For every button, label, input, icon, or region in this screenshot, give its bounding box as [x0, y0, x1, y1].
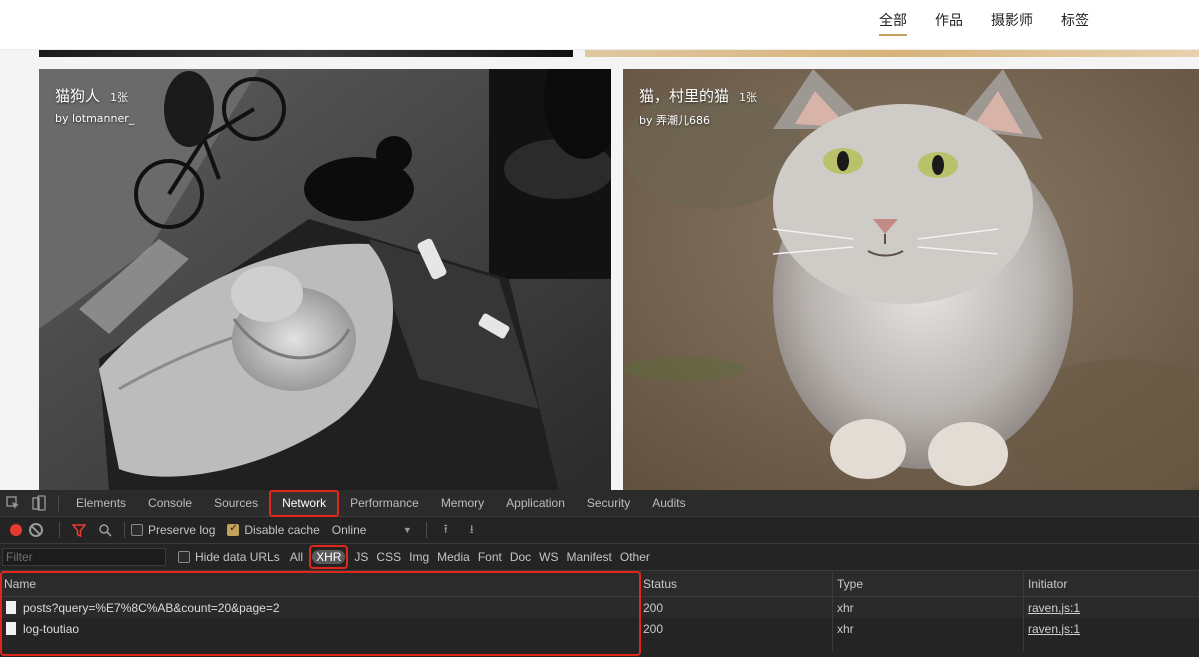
disable-cache-label: Disable cache — [244, 523, 320, 537]
album-author[interactable]: by 弄潮儿686 — [639, 112, 710, 128]
type-filter-other[interactable]: Other — [616, 548, 654, 566]
nav-all[interactable]: 全部 — [879, 10, 907, 36]
type-filter-doc[interactable]: Doc — [506, 548, 535, 566]
xhr-highlight: XHR — [309, 545, 349, 569]
column-header-initiator[interactable]: Initiator — [1023, 571, 1199, 596]
request-status: 200 — [640, 597, 832, 618]
previous-row-image-left[interactable] — [39, 50, 573, 57]
request-table: Name Status Type Initiator posts?query=%… — [0, 571, 1199, 651]
album-card-left[interactable]: 猫狗人 1张 by lotmanner_ — [39, 69, 611, 491]
divider — [425, 522, 427, 538]
file-icon — [6, 601, 16, 614]
filter-bar: Hide data URLs All XHR JS CSS Img Media … — [0, 544, 1199, 571]
tab-elements[interactable]: Elements — [65, 490, 137, 517]
empty-rows — [0, 639, 1199, 651]
request-initiator-cell: raven.js:1 — [1023, 597, 1199, 618]
request-initiator-cell: raven.js:1 — [1023, 618, 1199, 639]
checkbox-unchecked[interactable] — [178, 551, 190, 563]
album-photo-count: 1张 — [739, 91, 758, 104]
tab-security[interactable]: Security — [576, 490, 641, 517]
album-title-text: 猫，村里的猫 — [639, 87, 730, 105]
search-icon[interactable] — [92, 517, 118, 544]
empty-cell — [0, 639, 640, 651]
request-type: xhr — [832, 618, 1023, 639]
type-filter-img[interactable]: Img — [405, 548, 433, 566]
empty-cell — [832, 639, 1023, 651]
filter-input[interactable] — [2, 548, 166, 566]
tab-console[interactable]: Console — [137, 490, 203, 517]
tab-performance[interactable]: Performance — [339, 490, 430, 517]
table-row[interactable]: log-toutiao 200 xhr raven.js:1 — [0, 618, 1199, 639]
devtools-tab-bar: Elements Console Sources Network Perform… — [0, 489, 1199, 517]
table-row[interactable]: posts?query=%E7%8C%AB&count=20&page=2 20… — [0, 597, 1199, 618]
hide-data-urls-label: Hide data URLs — [195, 550, 280, 564]
empty-cell — [640, 639, 832, 651]
tab-audits[interactable]: Audits — [641, 490, 696, 517]
empty-cell — [1023, 639, 1199, 651]
type-filter-xhr[interactable]: XHR — [312, 550, 346, 564]
request-name-cell: log-toutiao — [0, 622, 640, 636]
album-photo-village-cat — [623, 69, 1199, 491]
throttling-select[interactable]: Online ▼ — [332, 523, 412, 537]
column-header-type[interactable]: Type — [832, 571, 1023, 596]
preserve-log-checkbox[interactable]: Preserve log — [131, 523, 215, 537]
column-header-name[interactable]: Name — [0, 577, 640, 591]
previous-row-image-right[interactable] — [585, 50, 1199, 57]
file-icon — [6, 622, 16, 635]
request-name: posts?query=%E7%8C%AB&count=20&page=2 — [23, 600, 280, 615]
type-filter-manifest[interactable]: Manifest — [563, 548, 616, 566]
initiator-link[interactable]: raven.js:1 — [1028, 601, 1080, 615]
chevron-down-icon: ▼ — [402, 525, 412, 535]
type-filter-all[interactable]: All — [286, 548, 307, 566]
type-filter-ws[interactable]: WS — [535, 548, 562, 566]
preserve-log-label: Preserve log — [148, 523, 216, 537]
network-toolbar: Preserve log Disable cache Online ▼ ⭱ ⭳ — [0, 517, 1199, 544]
type-filter-css[interactable]: CSS — [372, 548, 405, 566]
table-body: posts?query=%E7%8C%AB&count=20&page=2 20… — [0, 597, 1199, 651]
type-filter-font[interactable]: Font — [474, 548, 506, 566]
album-card-right[interactable]: 猫，村里的猫 1张 by 弄潮儿686 — [623, 69, 1199, 491]
tab-memory[interactable]: Memory — [430, 490, 495, 517]
tab-application[interactable]: Application — [495, 490, 576, 517]
throttling-value: Online — [331, 523, 367, 537]
tab-sources[interactable]: Sources — [203, 490, 269, 517]
album-photo-count: 1张 — [110, 91, 129, 104]
hide-data-urls-checkbox[interactable]: Hide data URLs — [178, 550, 280, 564]
divider — [59, 522, 60, 538]
column-header-status[interactable]: Status — [640, 571, 832, 596]
type-filter-js[interactable]: JS — [350, 548, 372, 566]
import-har-icon[interactable]: ⭱ — [433, 517, 459, 544]
filter-icon[interactable] — [66, 517, 92, 544]
page: 全部 作品 摄影师 标签 猫狗人 1张 by lotmanner_ 猫，村里的猫… — [0, 0, 1199, 657]
divider — [58, 495, 59, 511]
request-type: xhr — [832, 597, 1023, 618]
album-title: 猫，村里的猫 1张 — [639, 85, 757, 106]
nav-tags[interactable]: 标签 — [1061, 10, 1089, 36]
clear-icon[interactable] — [29, 523, 43, 537]
nav-works[interactable]: 作品 — [935, 10, 963, 36]
devtools-panel: Elements Console Sources Network Perform… — [0, 489, 1199, 657]
export-har-icon[interactable]: ⭳ — [459, 517, 485, 544]
request-name-cell: posts?query=%E7%8C%AB&count=20&page=2 — [0, 601, 640, 615]
site-nav: 全部 作品 摄影师 标签 — [879, 10, 1089, 36]
site-header: 全部 作品 摄影师 标签 — [0, 0, 1199, 50]
initiator-link[interactable]: raven.js:1 — [1028, 622, 1080, 636]
album-title-text: 猫狗人 — [55, 87, 101, 105]
request-status: 200 — [640, 618, 832, 639]
album-photo-cat-on-scooter — [39, 69, 611, 491]
nav-photographers[interactable]: 摄影师 — [991, 10, 1033, 36]
disable-cache-checkbox[interactable]: Disable cache — [227, 523, 320, 537]
request-name: log-toutiao — [23, 621, 80, 636]
type-filter-media[interactable]: Media — [433, 548, 474, 566]
checkbox-unchecked[interactable] — [131, 524, 143, 536]
album-author[interactable]: by lotmanner_ — [55, 112, 134, 125]
device-toolbar-icon[interactable] — [26, 490, 52, 517]
record-icon[interactable] — [10, 524, 22, 536]
table-header: Name Status Type Initiator — [0, 571, 1199, 597]
inspect-element-icon[interactable] — [0, 490, 26, 517]
divider — [124, 522, 125, 538]
tab-network[interactable]: Network — [269, 489, 340, 517]
album-title: 猫狗人 1张 — [55, 85, 128, 106]
checkbox-checked[interactable] — [227, 523, 240, 536]
